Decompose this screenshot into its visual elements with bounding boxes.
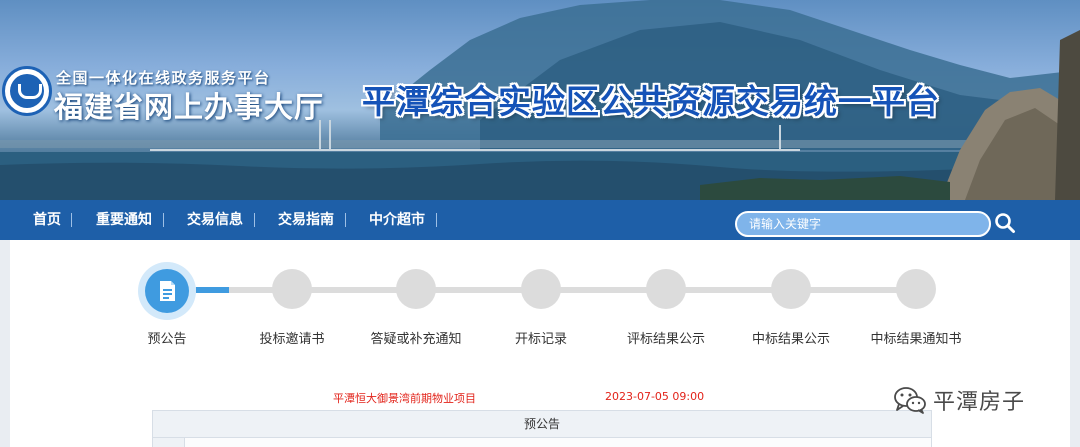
table-header: 预公告	[152, 410, 932, 438]
nav-item-trade-guide[interactable]: 交易指南	[278, 200, 334, 240]
step-award-result[interactable]	[771, 269, 811, 309]
step-label[interactable]: 评标结果公示	[627, 328, 705, 347]
search-input[interactable]	[735, 211, 991, 237]
project-name: 平潭恒大御景湾前期物业项目	[333, 392, 476, 405]
table-row	[152, 438, 932, 447]
step-label[interactable]: 开标记录	[515, 328, 567, 347]
nav-item-home[interactable]: 首页	[33, 200, 61, 240]
watermark-text: 平潭房子	[933, 390, 1026, 415]
step-pre-announcement[interactable]	[145, 269, 189, 313]
nav-divider	[254, 213, 255, 227]
gov-title[interactable]: 福建省网上办事大厅	[54, 84, 324, 126]
step-progress-fill	[196, 287, 229, 293]
nav-item-agency-market[interactable]: 中介超市	[369, 200, 425, 240]
wechat-icon	[894, 387, 926, 414]
nav-divider	[436, 213, 437, 227]
gov-service-logo[interactable]	[2, 66, 52, 116]
nav-divider	[163, 213, 164, 227]
step-evaluation-result[interactable]	[646, 269, 686, 309]
search-button[interactable]	[992, 210, 1018, 236]
nav-divider	[345, 213, 346, 227]
step-clarification[interactable]	[396, 269, 436, 309]
project-date: 2023-07-05 09:00	[605, 390, 705, 403]
nav-item-notices[interactable]: 重要通知	[96, 200, 152, 240]
step-label[interactable]: 中标结果通知书	[870, 328, 961, 347]
nav-item-trade-info[interactable]: 交易信息	[187, 200, 243, 240]
table-cell	[153, 438, 185, 447]
step-label[interactable]: 投标邀请书	[259, 328, 324, 347]
smile-emblem-icon	[10, 74, 44, 108]
step-label[interactable]: 中标结果公示	[752, 328, 830, 347]
watermark: 平潭房子	[893, 384, 1025, 416]
step-label[interactable]: 预公告	[147, 328, 186, 347]
step-bid-opening[interactable]	[521, 269, 561, 309]
step-label[interactable]: 答疑或补充通知	[370, 328, 461, 347]
header-banner: 全国一体化在线政务服务平台 福建省网上办事大厅 平潭综合实验区公共资源交易统一平…	[0, 0, 1080, 200]
document-icon	[160, 281, 175, 301]
step-invitation[interactable]	[272, 269, 312, 309]
search-icon	[995, 213, 1015, 233]
platform-title: 平潭综合实验区公共资源交易统一平台	[362, 82, 940, 121]
step-award-notice[interactable]	[896, 269, 936, 309]
nav-divider	[71, 213, 72, 227]
